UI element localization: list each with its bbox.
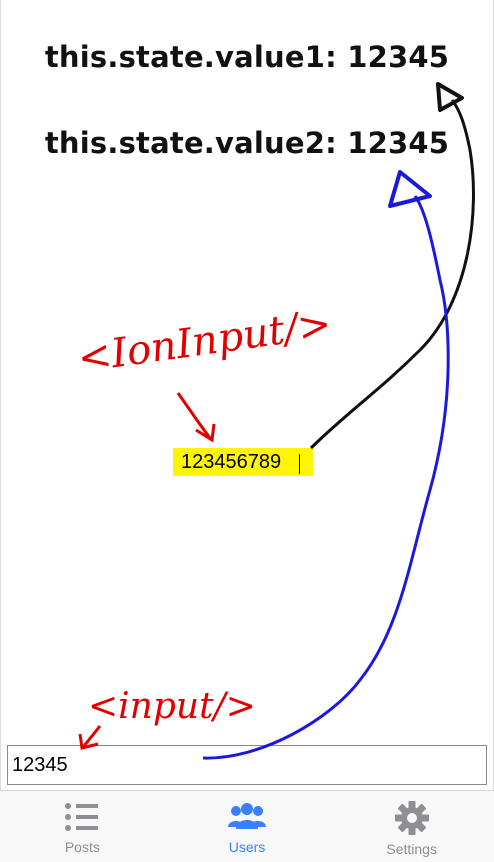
native-input-field[interactable]: [7, 745, 487, 785]
tab-users[interactable]: Users: [165, 791, 330, 862]
tab-users-label: Users: [228, 839, 266, 855]
tab-settings[interactable]: Settings: [329, 791, 494, 862]
list-icon: [65, 803, 99, 831]
text-caret: [299, 454, 300, 474]
people-icon: [228, 803, 266, 829]
tab-bar: Posts Users Settings: [0, 790, 494, 862]
tab-posts-label: Posts: [64, 839, 100, 855]
state-value1-text: this.state.value1: 12345: [44, 40, 450, 74]
tab-settings-label: Settings: [386, 841, 437, 857]
state-value2-text: this.state.value2: 12345: [44, 126, 450, 160]
tab-posts[interactable]: Posts: [0, 791, 165, 862]
ion-input-field[interactable]: 123456789: [173, 448, 313, 476]
ion-input-value: 123456789: [181, 450, 282, 473]
gear-icon: [394, 801, 429, 835]
